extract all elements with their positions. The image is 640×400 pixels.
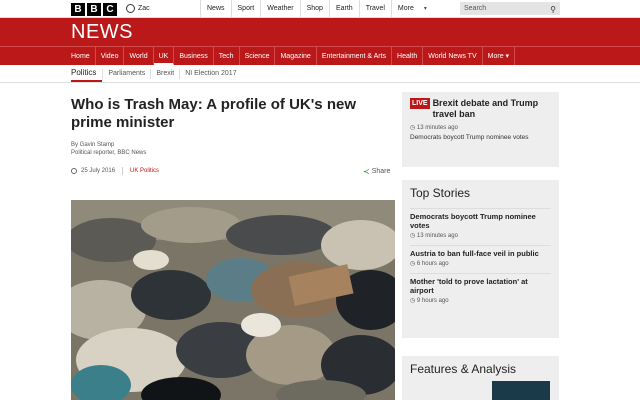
- list-item[interactable]: Austria to ban full-face veil in public …: [410, 245, 551, 267]
- topnav-travel[interactable]: Travel: [358, 0, 391, 18]
- story-time-text: 9 hours ago: [416, 298, 449, 304]
- top-stories-panel: Top Stories Democrats boycott Trump nomi…: [402, 180, 559, 338]
- live-panel[interactable]: LIVE Brexit debate and Trump travel ban …: [402, 92, 559, 167]
- share-icon: ≺: [363, 167, 370, 176]
- nav-more[interactable]: More ▾: [483, 47, 516, 66]
- article-photo: [71, 200, 395, 400]
- main-nav: Home Video World UK Business Tech Scienc…: [0, 46, 640, 66]
- nav-uk[interactable]: UK: [153, 47, 175, 66]
- landfill-image: [71, 200, 395, 400]
- story-title[interactable]: Austria to ban full-face veil in public: [410, 249, 551, 258]
- account-link[interactable]: Zac: [126, 4, 150, 13]
- search-placeholder: Search: [464, 5, 487, 12]
- live-time: ◷ 13 minutes ago: [410, 125, 458, 131]
- share-button[interactable]: ≺ Share: [363, 167, 390, 176]
- news-title[interactable]: NEWS: [71, 21, 133, 44]
- topnav-shop[interactable]: Shop: [299, 0, 329, 18]
- nav-business[interactable]: Business: [174, 47, 214, 66]
- topnav-sport[interactable]: Sport: [230, 0, 261, 18]
- nav-tech[interactable]: Tech: [214, 47, 240, 66]
- story-title[interactable]: Democrats boycott Trump nominee votes: [410, 212, 551, 230]
- subnav-brexit[interactable]: Brexit: [150, 69, 179, 79]
- live-time-text: 13 minutes ago: [416, 125, 458, 131]
- search-icon[interactable]: ⚲: [550, 3, 556, 16]
- byline: By Gavin Stamp Political reporter, BBC N…: [71, 141, 146, 157]
- nav-science[interactable]: Science: [240, 47, 276, 66]
- byline-name: By Gavin Stamp: [71, 142, 115, 148]
- user-name: Zac: [138, 5, 150, 12]
- topnav-weather[interactable]: Weather: [260, 0, 299, 18]
- feature-thumbnail[interactable]: [492, 381, 550, 400]
- user-icon: [126, 4, 135, 13]
- story-time-text: 13 minutes ago: [416, 233, 458, 239]
- top-nav: News Sport Weather Shop Earth Travel Mor…: [200, 0, 433, 18]
- clock-icon: [71, 168, 77, 174]
- logo-block-b2: B: [87, 3, 101, 16]
- nav-entertainment[interactable]: Entertainment & Arts: [317, 47, 393, 66]
- top-bar: B B C Zac News Sport Weather Shop Earth …: [0, 0, 640, 18]
- byline-role: Political reporter, BBC News: [71, 150, 147, 156]
- topnav-more-label: More: [397, 5, 414, 12]
- chevron-down-icon: ▾: [423, 6, 427, 12]
- subnav-parliaments[interactable]: Parliaments: [102, 69, 150, 79]
- topnav-more[interactable]: More ▾: [390, 0, 433, 18]
- nav-world-news-tv[interactable]: World News TV: [423, 47, 483, 66]
- chevron-down-icon: ▾: [505, 53, 510, 60]
- category-link[interactable]: UK Politics: [130, 168, 159, 174]
- nav-health[interactable]: Health: [392, 47, 424, 66]
- nav-magazine[interactable]: Magazine: [275, 47, 317, 66]
- story-time-text: 6 hours ago: [416, 261, 449, 267]
- list-item[interactable]: Mother 'told to prove lactation' at airp…: [410, 273, 551, 304]
- bbc-logo[interactable]: B B C: [71, 3, 117, 16]
- subnav-politics[interactable]: Politics: [71, 66, 103, 82]
- article-headline: Who is Trash May: A profile of UK's new …: [71, 96, 356, 131]
- nav-world[interactable]: World: [124, 47, 154, 66]
- story-title[interactable]: Mother 'told to prove lactation' at airp…: [410, 277, 551, 295]
- story-time: ◷ 9 hours ago: [410, 298, 449, 304]
- article-meta: 25 July 2016 UK Politics: [71, 167, 159, 175]
- nav-more-label: More: [487, 53, 504, 60]
- top-stories-heading: Top Stories: [410, 186, 471, 200]
- features-heading: Features & Analysis: [410, 362, 517, 376]
- article-date: 25 July 2016: [81, 168, 116, 174]
- live-badge: LIVE: [410, 98, 430, 109]
- live-subtitle[interactable]: Democrats boycott Trump nominee votes: [410, 134, 551, 141]
- nav-home[interactable]: Home: [66, 47, 96, 66]
- story-time: ◷ 6 hours ago: [410, 261, 449, 267]
- live-title[interactable]: Brexit debate and Trump travel ban: [433, 98, 551, 120]
- features-panel: Features & Analysis: [402, 356, 559, 400]
- topnav-earth[interactable]: Earth: [328, 0, 359, 18]
- list-item[interactable]: Democrats boycott Trump nominee votes ◷ …: [410, 208, 551, 239]
- story-time: ◷ 13 minutes ago: [410, 233, 458, 239]
- logo-block-c: C: [103, 3, 117, 16]
- divider: [122, 167, 124, 175]
- share-label: Share: [371, 168, 391, 175]
- logo-block-b1: B: [71, 3, 85, 16]
- search-input[interactable]: Search ⚲: [460, 2, 560, 15]
- topnav-news[interactable]: News: [200, 0, 231, 18]
- news-banner: NEWS: [0, 18, 640, 46]
- subnav-ni-election[interactable]: NI Election 2017: [179, 69, 241, 79]
- sub-nav: Politics Parliaments Brexit NI Election …: [0, 65, 640, 83]
- nav-video[interactable]: Video: [96, 47, 125, 66]
